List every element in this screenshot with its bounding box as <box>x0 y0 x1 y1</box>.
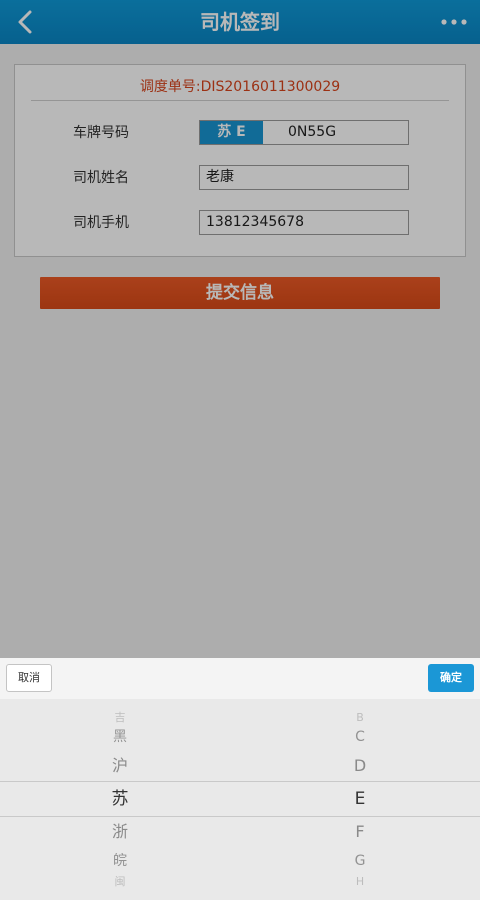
province-option[interactable]: 吉 <box>0 709 240 726</box>
letter-wheel[interactable]: BCDEFGH <box>240 699 480 900</box>
province-option[interactable]: 皖 <box>0 851 240 871</box>
letter-option[interactable]: B <box>240 709 480 726</box>
province-option[interactable]: 苏 <box>0 788 240 811</box>
letter-option[interactable]: C <box>240 727 480 747</box>
modal-backdrop[interactable] <box>0 0 480 658</box>
province-wheel[interactable]: 吉黑沪苏浙皖闽 <box>0 699 240 900</box>
letter-option[interactable]: H <box>240 873 480 890</box>
letter-option[interactable]: F <box>240 821 480 843</box>
picker-toolbar: 取消 确定 <box>0 658 480 699</box>
cancel-button[interactable]: 取消 <box>6 664 52 692</box>
province-option[interactable]: 浙 <box>0 821 240 843</box>
picker-wheels: 吉黑沪苏浙皖闽 BCDEFGH <box>0 699 480 900</box>
letter-option[interactable]: E <box>240 788 480 811</box>
plate-prefix-picker: 取消 确定 吉黑沪苏浙皖闽 BCDEFGH <box>0 658 480 900</box>
letter-option[interactable]: D <box>240 755 480 777</box>
confirm-button[interactable]: 确定 <box>428 664 474 692</box>
province-option[interactable]: 沪 <box>0 755 240 777</box>
province-option[interactable]: 闽 <box>0 873 240 890</box>
letter-option[interactable]: G <box>240 851 480 871</box>
province-option[interactable]: 黑 <box>0 727 240 747</box>
